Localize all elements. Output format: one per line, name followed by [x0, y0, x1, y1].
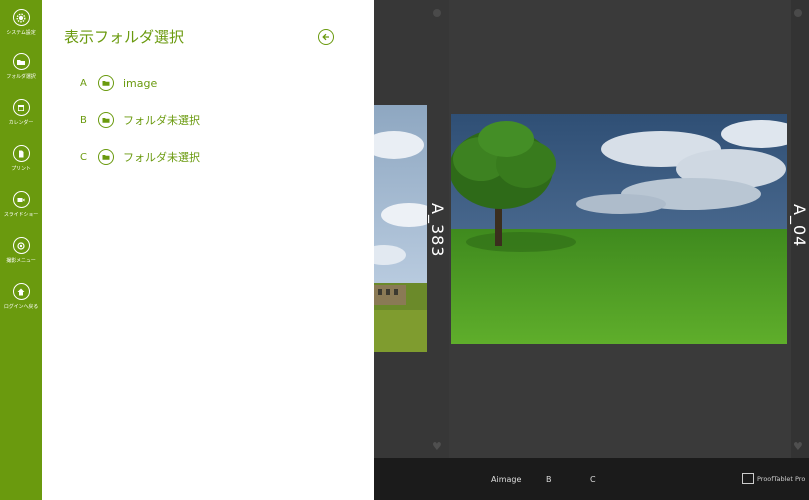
arrow-left-icon — [322, 33, 329, 41]
app-bar: システム設定 フォルダ選択 カレンダー プリント スライドショー 撮影メニュー … — [0, 0, 42, 500]
camera-icon — [17, 241, 25, 250]
heart-icon[interactable]: ♥ — [793, 440, 803, 453]
gear-icon — [16, 13, 26, 22]
heart-icon[interactable]: ♥ — [432, 440, 442, 453]
photo-main[interactable] — [451, 114, 787, 344]
appbar-item-shooting-menu[interactable]: 撮影メニュー — [0, 237, 42, 264]
folder-row-a[interactable]: A image — [80, 73, 157, 93]
selection-dot[interactable] — [433, 9, 441, 17]
folder-letter: A — [80, 77, 87, 89]
tab-b[interactable]: B — [546, 475, 552, 484]
appbar-item-print[interactable]: プリント — [0, 145, 42, 172]
appbar-item-folder-select[interactable]: フォルダ選択 — [0, 53, 42, 80]
photo-thumbnail-left[interactable] — [374, 105, 427, 352]
document-icon — [19, 150, 24, 157]
folder-letter: C — [80, 151, 87, 163]
tablet-icon — [742, 473, 754, 484]
appbar-item-system-settings[interactable]: システム設定 — [0, 9, 42, 36]
folder-letter: B — [80, 114, 87, 126]
panel-title: 表示フォルダ選択 — [64, 28, 185, 46]
calendar-icon — [18, 104, 24, 111]
appbar-label: 撮影メニュー — [6, 258, 36, 264]
appbar-item-back-to-login[interactable]: ログインへ戻る — [0, 283, 42, 310]
back-button[interactable] — [318, 29, 334, 45]
appbar-label: プリント — [11, 166, 31, 172]
folder-row-c[interactable]: C フォルダ未選択 — [80, 147, 200, 167]
folder-icon — [102, 118, 110, 123]
folder-name: フォルダ未選択 — [123, 114, 200, 127]
tab-c[interactable]: C — [590, 475, 596, 484]
folder-row-b[interactable]: B フォルダ未選択 — [80, 110, 200, 130]
folder-name: image — [123, 76, 158, 90]
tree-landscape-photo — [451, 114, 787, 344]
brand-logo: ProofTablet Pro — [742, 473, 805, 484]
video-icon — [17, 197, 25, 202]
appbar-label: ログインへ戻る — [3, 304, 39, 310]
tab-a[interactable]: Aimage — [491, 475, 521, 484]
photo-label-right: A_04 — [790, 204, 809, 248]
appbar-label: スライドショー — [3, 212, 39, 218]
appbar-label: システム設定 — [6, 30, 36, 36]
appbar-label: カレンダー — [8, 120, 34, 126]
appbar-label: フォルダ選択 — [6, 74, 36, 80]
brand-name: ProofTablet Pro — [757, 474, 806, 483]
landscape-photo — [374, 105, 427, 352]
home-icon — [17, 288, 25, 295]
appbar-item-slideshow[interactable]: スライドショー — [0, 191, 42, 218]
bottom-bar: Aimage B C ProofTablet Pro — [374, 458, 809, 500]
folder-icon — [102, 81, 110, 86]
folder-name: フォルダ未選択 — [123, 151, 200, 164]
folder-icon — [17, 59, 25, 65]
appbar-item-calendar[interactable]: カレンダー — [0, 99, 42, 126]
photo-label-left: A_383 — [428, 203, 447, 258]
folder-icon — [102, 155, 110, 160]
folder-select-panel: 表示フォルダ選択 A image B フォルダ未選択 C フォルダ未選択 — [42, 0, 374, 500]
selection-dot[interactable] — [794, 9, 802, 17]
